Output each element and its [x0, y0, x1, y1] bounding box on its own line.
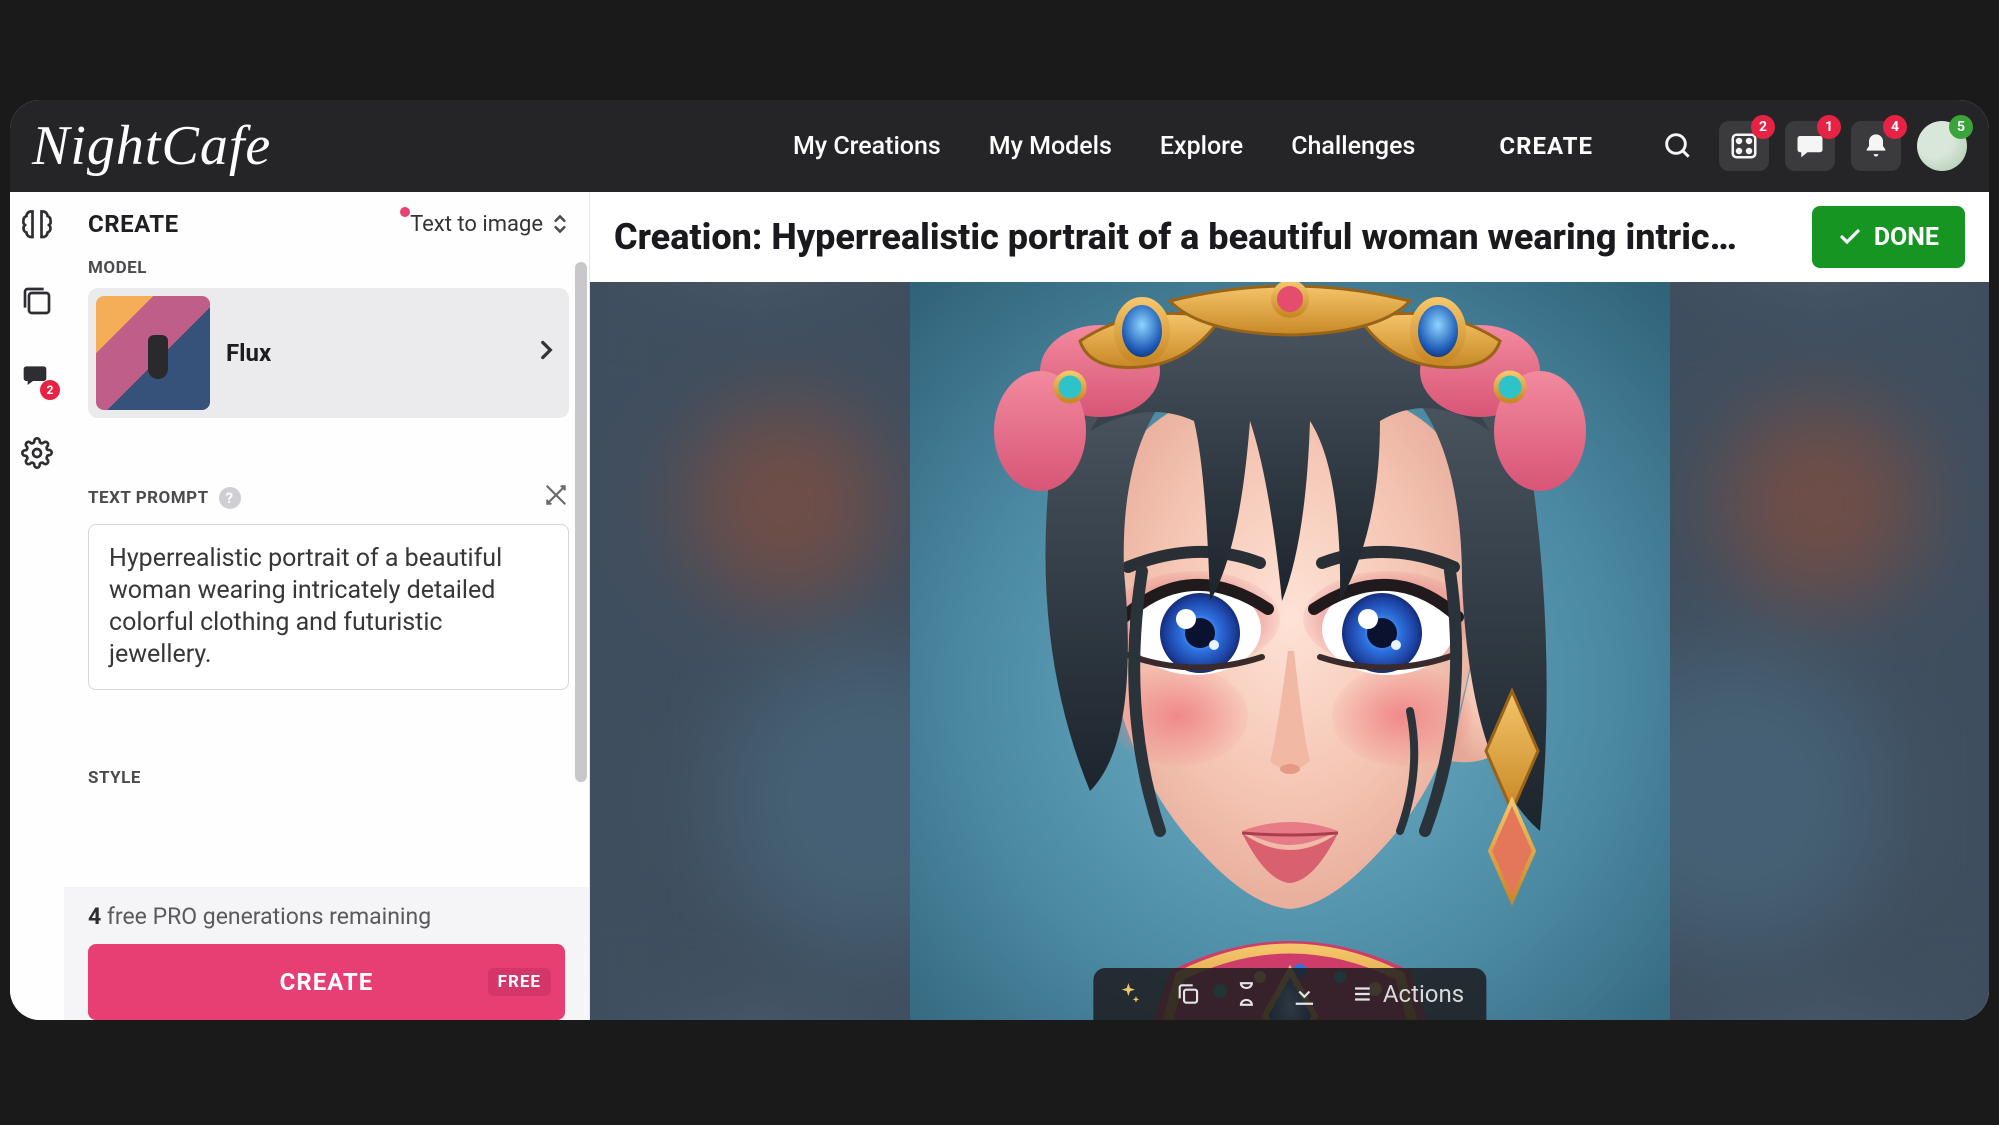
image-toolbar: Actions: [1093, 968, 1486, 1020]
messages-icon[interactable]: 2: [16, 356, 58, 398]
creation-title: Creation: Hyperrealistic portrait of a b…: [614, 216, 1792, 258]
top-nav: My Creations My Models Explore Challenge…: [793, 132, 1415, 161]
dice-icon[interactable]: 2: [1719, 121, 1769, 171]
create-button[interactable]: CREATE FREE: [88, 944, 565, 1020]
prompt-section-label: TEXT PROMPT ?: [88, 482, 569, 514]
actions-button[interactable]: Actions: [1351, 980, 1464, 1008]
generated-image[interactable]: [910, 282, 1670, 1020]
brain-icon[interactable]: [16, 204, 58, 246]
actions-label: Actions: [1383, 980, 1464, 1008]
model-name: Flux: [226, 339, 271, 367]
top-bar: NightCafe My Creations My Models Explore…: [10, 100, 1989, 192]
bell-icon[interactable]: 4: [1851, 121, 1901, 171]
chat-badge: 1: [1817, 115, 1841, 139]
settings-icon[interactable]: [16, 432, 58, 474]
shuffle-icon[interactable]: [543, 482, 569, 514]
model-section-label: MODEL: [88, 258, 569, 278]
nav-explore[interactable]: Explore: [1160, 132, 1243, 161]
main-panel: Creation: Hyperrealistic portrait of a b…: [590, 192, 1989, 1020]
create-panel-footer: 4 free PRO generations remaining CREATE …: [64, 887, 589, 1020]
mode-indicator-dot: [400, 207, 410, 217]
top-icon-group: 2 1 4 5: [1653, 121, 1967, 171]
prompt-textarea[interactable]: Hyperrealistic portrait of a beautiful w…: [88, 524, 569, 690]
left-scrollbar[interactable]: [575, 262, 587, 782]
style-section-label: STYLE: [88, 768, 569, 788]
model-thumb: [96, 296, 210, 410]
bell-badge: 4: [1883, 115, 1907, 139]
chevron-updown-icon: [551, 211, 569, 237]
nav-challenges[interactable]: Challenges: [1291, 132, 1415, 161]
check-icon: [1838, 225, 1862, 249]
hourglass-icon[interactable]: [1235, 981, 1257, 1007]
create-button-label: CREATE: [280, 968, 374, 996]
create-panel-header: CREATE Text to image: [88, 210, 569, 238]
mode-label: Text to image: [410, 212, 543, 237]
copy-icon[interactable]: [1175, 981, 1201, 1007]
logo[interactable]: NightCafe: [32, 118, 301, 174]
remaining-text: 4 free PRO generations remaining: [64, 903, 589, 944]
search-icon[interactable]: [1653, 121, 1703, 171]
left-icon-rail: 2: [10, 192, 64, 1020]
sparkle-icon[interactable]: [1115, 981, 1141, 1007]
prompt-help-icon[interactable]: ?: [219, 487, 241, 509]
creation-canvas: Actions: [590, 282, 1989, 1020]
app-body: 2 CREATE Text to image MODEL Flux: [10, 192, 1989, 1020]
dice-badge: 2: [1751, 115, 1775, 139]
chat-icon[interactable]: 1: [1785, 121, 1835, 171]
create-top-button[interactable]: CREATE: [1499, 132, 1593, 160]
done-label: DONE: [1874, 223, 1939, 252]
avatar[interactable]: 5: [1917, 121, 1967, 171]
create-heading: CREATE: [88, 210, 179, 238]
menu-icon: [1351, 983, 1373, 1005]
creation-bar: Creation: Hyperrealistic portrait of a b…: [590, 192, 1989, 282]
download-icon[interactable]: [1291, 981, 1317, 1007]
messages-badge: 2: [40, 380, 60, 400]
done-button[interactable]: DONE: [1812, 206, 1965, 268]
app-window: NightCafe My Creations My Models Explore…: [10, 100, 1989, 1020]
mode-selector[interactable]: Text to image: [410, 211, 569, 237]
nav-my-creations[interactable]: My Creations: [793, 132, 941, 161]
model-card[interactable]: Flux: [88, 288, 569, 418]
avatar-badge: 5: [1949, 115, 1973, 139]
chevron-right-icon: [537, 337, 555, 370]
create-panel: CREATE Text to image MODEL Flux TEXT PRO…: [64, 192, 590, 1020]
prompt-section: TEXT PROMPT ? Hyperrealistic portrait of…: [88, 476, 569, 690]
nav-my-models[interactable]: My Models: [989, 132, 1112, 161]
prompt-label-text: TEXT PROMPT: [88, 488, 209, 508]
gallery-icon[interactable]: [16, 280, 58, 322]
create-button-tag: FREE: [488, 968, 551, 996]
